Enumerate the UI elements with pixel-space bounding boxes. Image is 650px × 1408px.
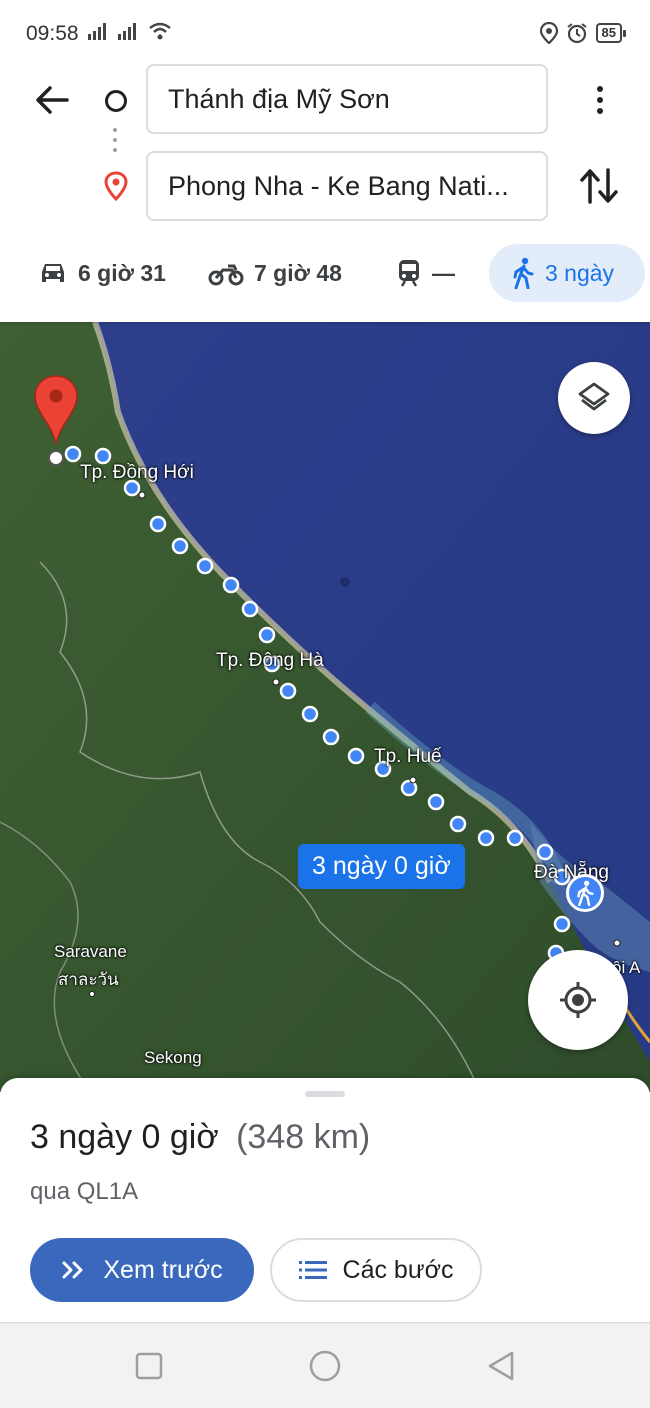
- signal-icon: [88, 23, 106, 40]
- walk-icon: [513, 257, 534, 289]
- route-summary-sheet[interactable]: 3 ngày 0 giờ (348 km) qua QL1A Xem trước…: [0, 1078, 650, 1322]
- route-distance: (348 km): [236, 1118, 371, 1156]
- list-icon: [298, 1261, 327, 1279]
- steps-button-label: Các bước: [342, 1255, 454, 1284]
- mode-transit-time: —: [432, 259, 455, 286]
- sheet-handle[interactable]: [305, 1091, 345, 1097]
- home-circle-icon[interactable]: [308, 1349, 342, 1383]
- map-label-hue: Tp. Huế: [374, 746, 442, 767]
- origin-field[interactable]: Thánh địa Mỹ Sơn: [146, 64, 548, 134]
- recents-square-icon[interactable]: [132, 1349, 166, 1383]
- status-bar: 09:58 85: [0, 0, 650, 64]
- map-view[interactable]: Tp. Đồng Hới Tp. Đông Hà Tp. Huế Đà Nẵng…: [0, 322, 650, 1092]
- location-icon: [539, 22, 558, 44]
- signal-icon: [118, 23, 136, 40]
- mode-transit[interactable]: —: [396, 244, 455, 302]
- route-summary: 3 ngày 0 giờ (348 km): [30, 1118, 370, 1157]
- mode-walk[interactable]: 3 ngày: [489, 244, 645, 302]
- battery-indicator: 85: [595, 23, 627, 43]
- arrow-back-icon: [36, 86, 69, 114]
- steps-button[interactable]: Các bước: [270, 1238, 482, 1302]
- back-button[interactable]: [30, 78, 74, 122]
- route-duration-bubble[interactable]: 3 ngày 0 giờ: [298, 844, 465, 889]
- layers-icon: [578, 382, 610, 411]
- mode-car-time: 6 giờ 31: [78, 259, 166, 286]
- route-via: qua QL1A: [30, 1178, 139, 1205]
- mode-motorbike[interactable]: 7 giờ 48: [208, 244, 342, 302]
- mode-walk-time: 3 ngày: [545, 259, 615, 286]
- status-icons-right: 85: [539, 22, 627, 44]
- double-chevron-icon: [62, 1261, 83, 1279]
- travel-mode-bar: 6 giờ 31 7 giờ 48 — 3 ngày: [0, 234, 650, 322]
- map-label-sekong: Sekong: [144, 1048, 202, 1067]
- preview-button[interactable]: Xem trước: [30, 1238, 254, 1302]
- mode-motorbike-time: 7 giờ 48: [254, 259, 342, 286]
- destination-field[interactable]: Phong Nha - Ke Bang Nati...: [146, 151, 548, 221]
- walk-marker-icon: [566, 874, 604, 912]
- destination-marker-icon[interactable]: [32, 374, 80, 466]
- crosshair-icon: [560, 982, 596, 1018]
- my-location-button[interactable]: [528, 950, 628, 1050]
- alarm-icon: [566, 23, 587, 44]
- mode-car[interactable]: 6 giờ 31: [38, 244, 166, 302]
- route-connector-dots: [113, 128, 117, 152]
- status-time: 09:58: [26, 22, 79, 45]
- system-nav-bar: [0, 1322, 650, 1408]
- swap-icon[interactable]: [578, 164, 620, 208]
- more-options-button[interactable]: [582, 80, 618, 120]
- motorbike-icon: [208, 264, 244, 286]
- more-vert-icon: [597, 86, 603, 92]
- map-label-dong-hoi: Tp. Đồng Hới: [80, 462, 194, 483]
- map-label-saravane: Saravane: [54, 942, 127, 961]
- origin-circle-icon: [105, 90, 127, 112]
- car-icon: [42, 264, 64, 282]
- preview-button-label: Xem trước: [103, 1255, 223, 1284]
- route-duration: 3 ngày 0 giờ: [30, 1118, 219, 1156]
- layers-button[interactable]: [558, 362, 630, 434]
- map-label-saravane-lao: สาละวัน: [58, 970, 119, 989]
- wifi-icon: [149, 22, 171, 40]
- status-icons-left: [88, 22, 172, 40]
- destination-pin-icon: [104, 171, 128, 201]
- directions-header: Thánh địa Mỹ Sơn Phong Nha - Ke Bang Nat…: [0, 64, 650, 234]
- back-triangle-icon[interactable]: [484, 1349, 518, 1383]
- train-icon: [399, 260, 419, 287]
- map-label-dong-ha: Tp. Đông Hà: [216, 650, 324, 671]
